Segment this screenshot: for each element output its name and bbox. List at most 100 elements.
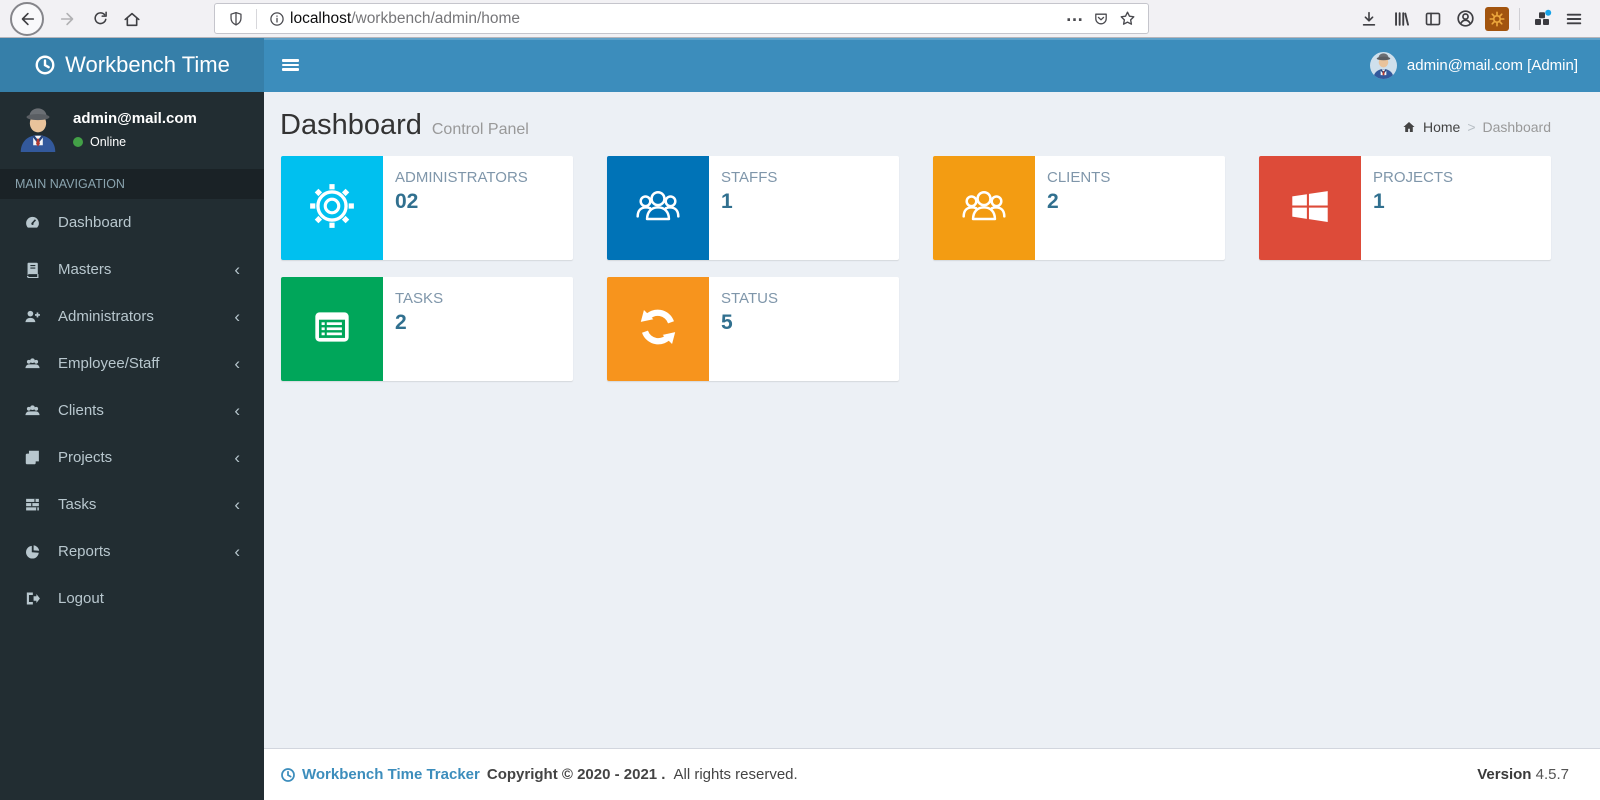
refresh-icon bbox=[633, 302, 683, 357]
footer-brand-link[interactable]: Workbench Time Tracker bbox=[280, 766, 480, 783]
people-icon bbox=[959, 181, 1009, 236]
tasks-icon bbox=[24, 496, 50, 513]
dashboard-icon bbox=[24, 214, 50, 231]
sidebar-item-label: Masters bbox=[58, 261, 112, 278]
browser-toolbar: localhost/workbench/admin/home … bbox=[0, 0, 1600, 38]
chevron-left-icon: ‹ bbox=[234, 259, 240, 279]
sidebar-user-email: admin@mail.com bbox=[73, 110, 197, 127]
browser-home-button[interactable] bbox=[116, 3, 148, 35]
sidebar-collapse-button[interactable] bbox=[264, 38, 316, 92]
info-box-value: 1 bbox=[1373, 190, 1385, 213]
footer-rights: All rights reserved. bbox=[673, 766, 798, 783]
app-logo[interactable]: Workbench Time bbox=[0, 38, 264, 92]
footer-version: Version 4.5.7 bbox=[1477, 766, 1584, 783]
sidebar-item-administrators[interactable]: Administrators ‹ bbox=[0, 293, 264, 340]
url-bar[interactable]: localhost/workbench/admin/home … bbox=[214, 3, 1149, 34]
sidebar-item-logout[interactable]: Logout bbox=[0, 575, 264, 622]
user-avatar bbox=[1369, 51, 1397, 79]
info-box-value: 02 bbox=[395, 190, 419, 213]
bookmark-star-icon[interactable] bbox=[1114, 6, 1140, 32]
info-box-projects[interactable]: PROJECTS 1 bbox=[1259, 156, 1551, 260]
app-brand-title: Workbench Time bbox=[65, 52, 230, 77]
version-value: 4.5.7 bbox=[1535, 766, 1569, 783]
site-info-icon[interactable] bbox=[264, 6, 290, 32]
info-box-value: 2 bbox=[395, 311, 407, 334]
sidebar-section-header: MAIN NAVIGATION bbox=[0, 169, 264, 199]
browser-back-button[interactable] bbox=[10, 1, 44, 36]
chevron-left-icon: ‹ bbox=[234, 541, 240, 561]
breadcrumb-home-link[interactable]: Home bbox=[1423, 119, 1460, 135]
pocket-icon[interactable] bbox=[1088, 6, 1114, 32]
user-menu-label: admin@mail.com [Admin] bbox=[1406, 56, 1578, 74]
menu-hamburger-icon[interactable] bbox=[1558, 3, 1590, 35]
chevron-left-icon: ‹ bbox=[234, 306, 240, 326]
content-body bbox=[264, 381, 1600, 748]
app-header: Workbench Time admin@mail.com [Admin] bbox=[0, 38, 1600, 92]
user-plus-icon bbox=[24, 308, 50, 325]
downloads-icon[interactable] bbox=[1353, 3, 1385, 35]
sidebar-item-employee-staff[interactable]: Employee/Staff ‹ bbox=[0, 340, 264, 387]
browser-reload-button[interactable] bbox=[84, 3, 116, 35]
chevron-left-icon: ‹ bbox=[234, 353, 240, 373]
url-host: localhost bbox=[290, 9, 352, 27]
extension-settings-icon[interactable] bbox=[1481, 3, 1513, 35]
sidebar-item-label: Clients bbox=[58, 402, 104, 419]
breadcrumb: Home > Dashboard bbox=[1402, 119, 1584, 135]
info-box-label: PROJECTS bbox=[1373, 169, 1454, 186]
sidebar-user-avatar bbox=[15, 106, 61, 152]
sidebar-item-dashboard[interactable]: Dashboard bbox=[0, 199, 264, 246]
info-box-label: CLIENTS bbox=[1047, 169, 1111, 186]
chevron-left-icon: ‹ bbox=[234, 494, 240, 514]
info-box-value: 1 bbox=[721, 190, 733, 213]
sidebar-item-clients[interactable]: Clients ‹ bbox=[0, 387, 264, 434]
people-icon bbox=[633, 181, 683, 236]
online-status-dot bbox=[73, 137, 83, 147]
info-box-clients[interactable]: CLIENTS 2 bbox=[933, 156, 1225, 260]
sidebar-toggle-icon[interactable] bbox=[1417, 3, 1449, 35]
sidebar-user-panel: admin@mail.com Online bbox=[0, 92, 264, 165]
online-status-label: Online bbox=[90, 135, 127, 149]
info-box-administrators[interactable]: ADMINISTRATORS 02 bbox=[281, 156, 573, 260]
url-text[interactable]: localhost/workbench/admin/home bbox=[290, 10, 1062, 28]
sidebar-item-label: Logout bbox=[58, 590, 104, 607]
info-box-label: STATUS bbox=[721, 290, 778, 307]
info-box-label: ADMINISTRATORS bbox=[395, 169, 528, 186]
sidebar-item-label: Employee/Staff bbox=[58, 355, 160, 372]
sidebar-item-projects[interactable]: Projects ‹ bbox=[0, 434, 264, 481]
clock-icon bbox=[280, 767, 296, 783]
info-box-value: 2 bbox=[1047, 190, 1059, 213]
users-icon bbox=[24, 402, 50, 419]
extensions-blocks-icon[interactable] bbox=[1526, 3, 1558, 35]
user-menu[interactable]: admin@mail.com [Admin] bbox=[1369, 38, 1600, 92]
page-title: Dashboard bbox=[280, 109, 422, 141]
info-box-value: 5 bbox=[721, 311, 733, 334]
account-icon[interactable] bbox=[1449, 3, 1481, 35]
pie-chart-icon bbox=[24, 543, 50, 560]
logout-icon bbox=[24, 590, 50, 607]
sidebar-item-reports[interactable]: Reports ‹ bbox=[0, 528, 264, 575]
windows-icon bbox=[1285, 181, 1335, 236]
info-box-label: STAFFS bbox=[721, 169, 778, 186]
library-icon[interactable] bbox=[1385, 3, 1417, 35]
page-subtitle: Control Panel bbox=[431, 121, 529, 138]
sidebar-item-label: Tasks bbox=[58, 496, 97, 513]
sidebar-item-tasks[interactable]: Tasks ‹ bbox=[0, 481, 264, 528]
page-actions-icon[interactable]: … bbox=[1062, 5, 1088, 32]
browser-forward-button[interactable] bbox=[52, 3, 84, 35]
home-icon bbox=[1403, 122, 1415, 132]
main-content: Dashboard Control Panel Home > Dashboard bbox=[264, 92, 1600, 800]
footer-brand-text: Workbench Time Tracker bbox=[302, 766, 480, 783]
sidebar-user-status[interactable]: Online bbox=[73, 135, 197, 149]
info-box-label: TASKS bbox=[395, 290, 444, 307]
sidebar-item-masters[interactable]: Masters ‹ bbox=[0, 246, 264, 293]
info-box-tasks[interactable]: TASKS 2 bbox=[281, 277, 573, 381]
footer: Workbench Time Tracker Copyright © 2020 … bbox=[264, 748, 1600, 800]
url-path: /workbench/admin/home bbox=[351, 9, 521, 27]
sidebar: admin@mail.com Online MAIN NAVIGATION Da… bbox=[0, 92, 264, 800]
book-icon bbox=[24, 261, 50, 278]
info-box-status[interactable]: STATUS 5 bbox=[607, 277, 899, 381]
sidebar-item-label: Reports bbox=[58, 543, 111, 560]
info-box-staffs[interactable]: STAFFS 1 bbox=[607, 156, 899, 260]
tracking-shield-icon[interactable] bbox=[223, 6, 249, 32]
sidebar-item-label: Dashboard bbox=[58, 214, 132, 231]
